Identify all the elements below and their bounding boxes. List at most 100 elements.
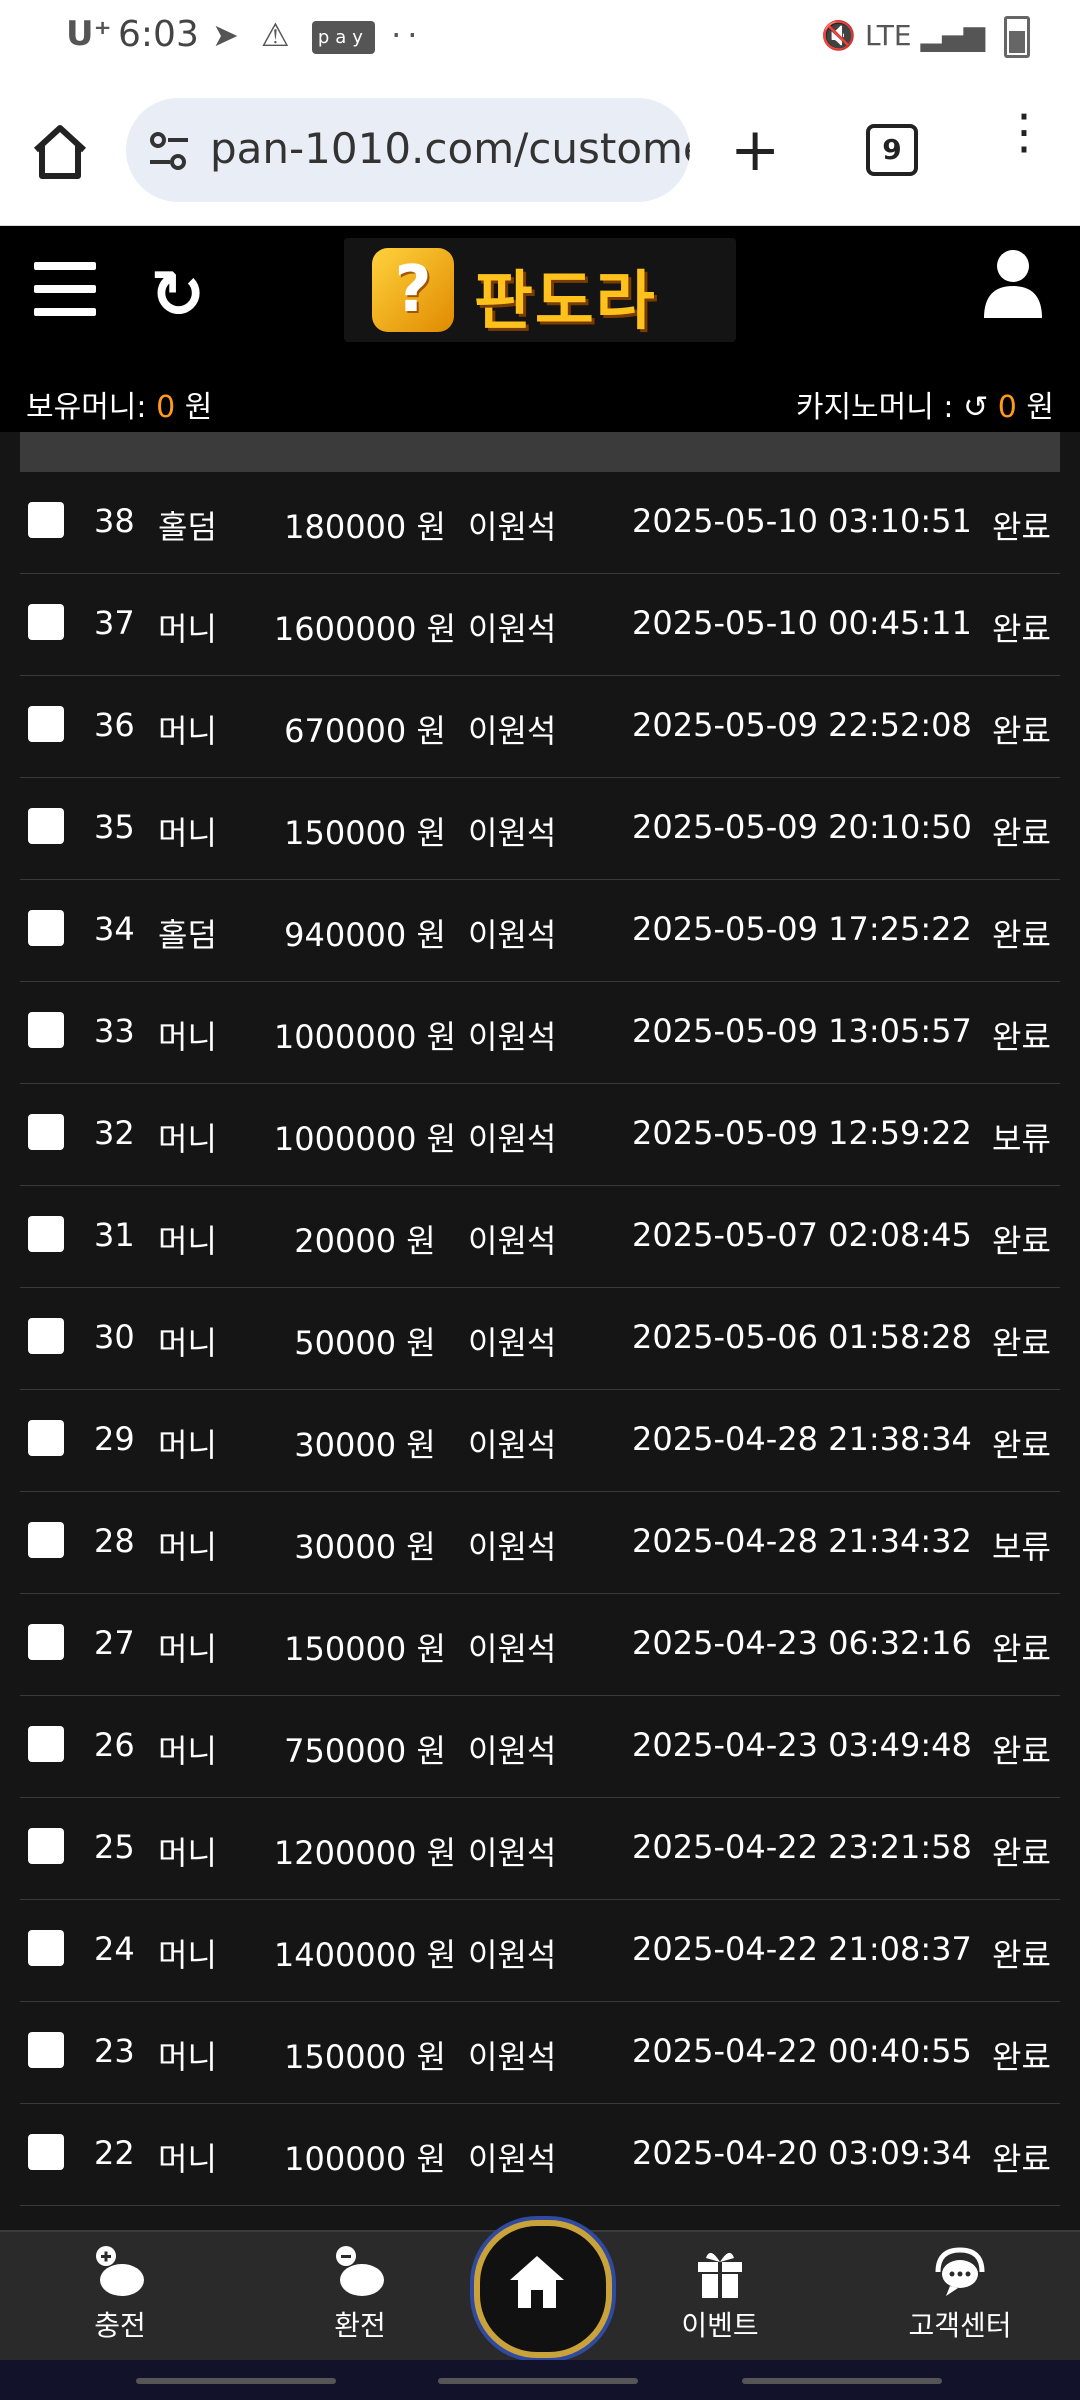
row-date: 2025-04-28 21:34:32	[632, 1522, 972, 1560]
row-number: 23	[94, 2032, 135, 2070]
row-number: 36	[94, 706, 135, 744]
row-number: 28	[94, 1522, 135, 1560]
row-name: 이원석	[468, 508, 557, 546]
nav-support[interactable]: 고객센터	[880, 2244, 1040, 2344]
table-row: 25 머니 1200000 원 이원석 2025-04-22 23:21:58 완료	[20, 1798, 1060, 1900]
table-row: 22 머니 100000 원 이원석 2025-04-20 03:09:34 완료	[20, 2104, 1060, 2206]
battery-icon	[1004, 16, 1030, 58]
user-icon[interactable]	[982, 248, 1044, 318]
new-tab-icon[interactable]: +	[730, 120, 780, 180]
row-number: 26	[94, 1726, 135, 1764]
home-icon[interactable]	[28, 120, 92, 184]
row-checkbox[interactable]	[28, 1114, 64, 1150]
address-bar[interactable]: pan-1010.com/custome	[126, 98, 690, 202]
casino-refresh-icon[interactable]: ↺	[963, 390, 988, 425]
row-checkbox[interactable]	[28, 502, 64, 538]
row-checkbox[interactable]	[28, 1522, 64, 1558]
history-table: 38 홀덤 180000 원 이원석 2025-05-10 03:10:51 완료 37 머니…	[0, 432, 1080, 2232]
holding-money-value: 0	[156, 390, 176, 425]
row-amount: 1000000 원	[273, 1120, 457, 1158]
nav-charge-label: 충전	[94, 2309, 146, 2342]
row-type: 머니	[158, 1630, 217, 1668]
row-type: 머니	[158, 1018, 217, 1056]
row-type: 홀덤	[158, 508, 217, 546]
network-label: LTE	[865, 19, 912, 52]
nav-home-button[interactable]	[474, 2220, 612, 2358]
row-status: 완료	[992, 1426, 1051, 1464]
row-checkbox[interactable]	[28, 1420, 64, 1456]
site-header: ↻ ? 판도라 보유머니: 0 원 카지노머니 : ↺ 0 원	[0, 226, 1080, 432]
nav-event-label: 이벤트	[681, 2309, 759, 2342]
row-status: 완료	[992, 814, 1051, 852]
row-checkbox[interactable]	[28, 808, 64, 844]
table-row: 23 머니 150000 원 이원석 2025-04-22 00:40:55 완료	[20, 2002, 1060, 2104]
row-number: 37	[94, 604, 135, 642]
row-status: 완료	[992, 712, 1051, 750]
row-date: 2025-04-23 03:49:48	[632, 1726, 972, 1764]
table-row: 33 머니 1000000 원 이원석 2025-05-09 13:05:57 완료	[20, 982, 1060, 1084]
recents-gesture[interactable]	[136, 2378, 336, 2384]
holding-money-label: 보유머니:	[26, 390, 147, 425]
home-gesture[interactable]	[438, 2378, 638, 2384]
row-checkbox[interactable]	[28, 1624, 64, 1660]
tab-switcher-button[interactable]: 9	[866, 124, 918, 176]
row-checkbox[interactable]	[28, 604, 64, 640]
row-checkbox[interactable]	[28, 706, 64, 742]
row-amount: 1400000 원	[273, 1936, 457, 1974]
row-name: 이원석	[468, 1018, 557, 1056]
refresh-icon[interactable]: ↻	[150, 256, 205, 333]
table-row: 35 머니 150000 원 이원석 2025-05-09 20:10:50 완료	[20, 778, 1060, 880]
row-checkbox[interactable]	[28, 2032, 64, 2068]
row-name: 이원석	[468, 2038, 557, 2076]
row-checkbox[interactable]	[28, 1318, 64, 1354]
row-checkbox[interactable]	[28, 910, 64, 946]
nav-event[interactable]: 이벤트	[640, 2244, 800, 2344]
menu-icon[interactable]	[34, 262, 96, 316]
row-checkbox[interactable]	[28, 1012, 64, 1048]
row-status: 완료	[992, 1222, 1051, 1260]
row-amount: 750000 원	[284, 1732, 446, 1770]
row-status: 완료	[992, 1936, 1051, 1974]
table-header	[20, 432, 1060, 472]
row-checkbox[interactable]	[28, 1828, 64, 1864]
row-name: 이원석	[468, 1222, 557, 1260]
row-date: 2025-05-10 00:45:11	[632, 604, 972, 642]
piggy-minus-icon	[336, 2246, 384, 2296]
row-date: 2025-04-20 03:09:34	[632, 2134, 972, 2172]
row-date: 2025-05-09 17:25:22	[632, 910, 972, 948]
row-type: 머니	[158, 1222, 217, 1260]
row-status: 완료	[992, 1018, 1051, 1056]
row-amount: 940000 원	[284, 916, 446, 954]
row-number: 24	[94, 1930, 135, 1968]
row-amount: 670000 원	[284, 712, 446, 750]
row-checkbox[interactable]	[28, 2134, 64, 2170]
row-checkbox[interactable]	[28, 1930, 64, 1966]
row-number: 25	[94, 1828, 135, 1866]
table-row: 27 머니 150000 원 이원석 2025-04-23 06:32:16 완료	[20, 1594, 1060, 1696]
row-type: 머니	[158, 712, 217, 750]
site-settings-icon[interactable]	[146, 128, 192, 174]
more-menu-icon[interactable]: ⋮	[1000, 108, 1048, 156]
row-date: 2025-05-09 12:59:22	[632, 1114, 972, 1152]
nav-charge[interactable]: 충전	[40, 2244, 200, 2344]
back-gesture[interactable]	[742, 2378, 942, 2384]
site-logo[interactable]: ? 판도라	[344, 238, 736, 342]
row-amount: 150000 원	[284, 2038, 446, 2076]
row-name: 이원석	[468, 1630, 557, 1668]
row-date: 2025-05-10 03:10:51	[632, 502, 972, 540]
row-type: 머니	[158, 1324, 217, 1362]
row-checkbox[interactable]	[28, 1216, 64, 1252]
row-name: 이원석	[468, 1426, 557, 1464]
row-number: 31	[94, 1216, 135, 1254]
telegram-icon: ➤	[212, 16, 245, 54]
row-status: 보류	[992, 1528, 1051, 1566]
row-type: 머니	[158, 610, 217, 648]
table-row: 28 머니 30000 원 이원석 2025-04-28 21:34:32 보류	[20, 1492, 1060, 1594]
browser-toolbar: pan-1010.com/custome + 9 ⋮	[0, 80, 1080, 227]
carrier-label: U⁺	[66, 14, 112, 54]
row-checkbox[interactable]	[28, 1726, 64, 1762]
nav-exchange[interactable]: 환전	[280, 2244, 440, 2344]
row-type: 머니	[158, 1120, 217, 1158]
row-name: 이원석	[468, 1528, 557, 1566]
logo-mark: ?	[372, 248, 454, 332]
